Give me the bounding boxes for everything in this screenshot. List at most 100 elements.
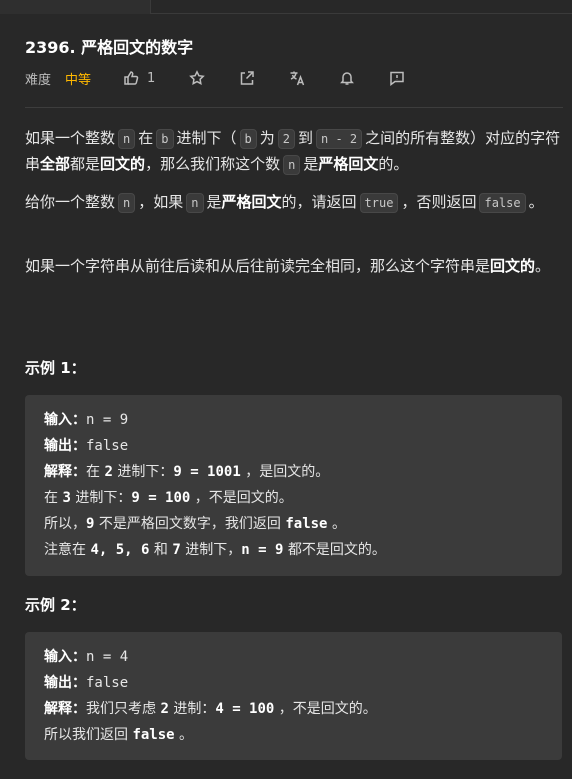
text: 都不是回文的。 [283,542,386,558]
text: 。 [535,257,551,275]
explain-label: 解释： [44,701,86,717]
thumbs-up-icon [124,71,139,85]
difficulty-label: 难度 [25,72,52,88]
code-text: false [285,516,328,532]
text: 进制： [168,701,216,717]
header-divider [25,107,563,108]
star-icon [189,70,206,85]
text: 进制下： [112,464,174,480]
description-paragraph-2: 给你一个整数 n ，如果 n 是严格回文的，请返回 true ，否则返回 false。 [25,189,565,215]
text: 给你一个整数 [25,193,116,211]
inline-code: b [239,129,257,149]
example-2-output: 输出：false [44,672,128,692]
text: 。 [327,516,346,532]
text: 都是 [70,155,101,173]
example-1-explain-line-4: 注意在 4, 5, 6 和 7 进制下，n = 9 都不是回文的。 [44,539,386,559]
inline-code: true [359,193,399,213]
text: 如果一个字符串从前往后读和从后往前读完全相同，那么这个字符串是 [25,257,491,275]
example-2-explain-line-1: 解释：我们只考虑 2 进制：4 = 100 ，不是回文的。 [44,698,377,718]
text: 如果一个整数 [25,129,116,147]
inline-code: n [283,155,301,175]
text: 和 [149,542,173,558]
bell-icon [340,72,355,85]
example-1-output: 输出：false [44,435,128,455]
text: ，否则返回 [401,193,477,211]
input-label: 输入： [44,412,86,428]
translate-button[interactable] [289,70,305,86]
bold-text: 严格回文 [318,155,379,173]
code-text: 3 [62,490,71,506]
input-value: n = 4 [86,649,129,665]
text: 。 [174,727,194,743]
text: 进制下（ [176,129,237,147]
code-text: 7 [172,542,181,558]
code-text: false [132,727,175,743]
code-text: 9 = 1001 [173,464,241,480]
example-2-block: 输入：n = 4 输出：false 解释：我们只考虑 2 进制：4 = 100 … [25,632,562,760]
text: 不是严格回文数字，我们返回 [94,516,286,532]
text: ，如果 [138,193,184,211]
example-1-explain-line-2: 在 3 进制下：9 = 100 ，不是回文的。 [44,487,293,507]
bold-text: 回文的 [490,257,536,275]
text: ，那么我们称这个数 [145,155,281,173]
text: ，不是回文的。 [190,490,293,506]
example-1-block: 输入：n = 9 输出：false 解释：在 2 进制下：9 = 1001 ，是… [25,395,562,576]
like-count: 1 [147,70,156,86]
text: 是 [303,155,319,173]
bold-text: 回文的 [100,155,146,173]
translate-icon [290,71,305,86]
example-1-heading: 示例 1： [25,359,86,377]
like-button[interactable]: 1 [123,70,155,86]
example-1-input: 输入：n = 9 [44,409,128,429]
text: 我们只考虑 [86,701,161,717]
editor-tab[interactable] [0,0,151,14]
inline-code: n [118,129,136,149]
text: 为 [259,129,275,147]
text: 进制下， [180,542,242,558]
share-icon [241,71,255,85]
bold-text: 严格回文 [221,193,282,211]
text: 所以我们返回 [44,727,133,743]
code-text: n = 9 [241,542,284,558]
top-divider [150,13,572,14]
output-label: 输出： [44,675,86,691]
example-1-explain-line-3: 所以，9 不是严格回文数字，我们返回 false 。 [44,513,346,533]
notification-button[interactable] [339,70,355,86]
description-paragraph-1: 如果一个整数 n 在 b 进制下（ b 为 2 到 n - 2 之间的所有整数）对应的字符串全部都是… [25,125,565,177]
feedback-icon [390,71,405,86]
feedback-button[interactable] [389,70,405,86]
example-2-heading: 示例 2： [25,596,86,614]
inline-code: 2 [277,129,295,149]
description-paragraph-3: 如果一个字符串从前往后读和从后往前读完全相同，那么这个字符串是回文的。 [25,253,565,279]
bold-text: 全部 [40,155,71,173]
output-value: false [86,675,129,691]
text: 注意在 [44,542,91,558]
text: 在 [86,464,105,480]
inline-code: false [479,193,526,213]
share-button[interactable] [239,70,255,86]
text: 的。 [378,155,409,173]
favorite-button[interactable] [189,70,206,86]
inline-code: n [186,193,204,213]
text: 在 [44,490,63,506]
text: 是 [206,193,222,211]
input-value: n = 9 [86,412,129,428]
code-text: 9 = 100 [131,490,191,506]
problem-title: 2396. 严格回文的数字 [25,38,194,57]
text: 进制下： [70,490,132,506]
example-2-input: 输入：n = 4 [44,646,128,666]
explain-label: 解释： [44,464,86,480]
code-text: 4 = 100 [215,701,275,717]
text: 到 [298,129,314,147]
output-value: false [86,438,129,454]
example-1-explain-line-1: 解释：在 2 进制下：9 = 1001 ，是回文的。 [44,461,329,481]
text: ，不是回文的。 [274,701,377,717]
text: 。 [528,193,544,211]
code-text: 2 [160,701,169,717]
inline-code: n [118,193,136,213]
text: 所以， [44,516,86,532]
text: 在 [138,129,154,147]
inline-code: b [156,129,174,149]
output-label: 输出： [44,438,86,454]
example-2-explain-line-2: 所以我们返回 false 。 [44,724,193,744]
